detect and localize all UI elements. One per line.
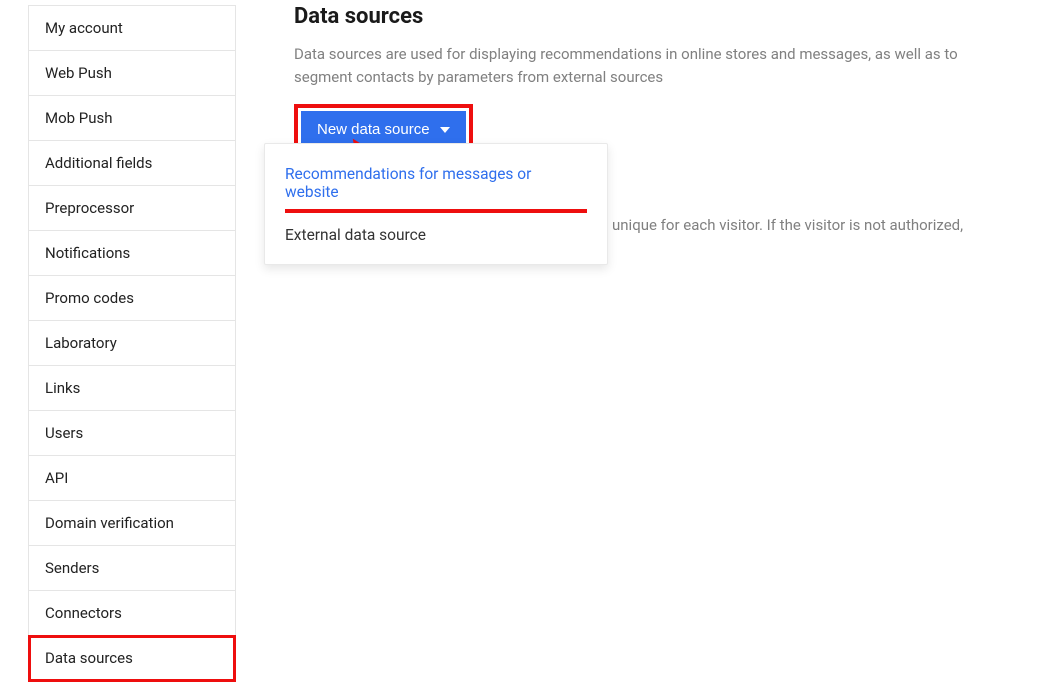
sidebar-item-notifications[interactable]: Notifications (29, 231, 235, 276)
sidebar-item-connectors[interactable]: Connectors (29, 591, 235, 636)
dropdown-item-recommendations[interactable]: Recommendations for messages or website (265, 156, 607, 207)
sidebar-item-users[interactable]: Users (29, 411, 235, 456)
sidebar-item-mob-push[interactable]: Mob Push (29, 96, 235, 141)
dropdown-item-external-data-source[interactable]: External data source (265, 217, 607, 250)
sidebar-item-promo-codes[interactable]: Promo codes (29, 276, 235, 321)
sidebar-item-links[interactable]: Links (29, 366, 235, 411)
page-title: Data sources (294, 4, 1040, 29)
sidebar-item-senders[interactable]: Senders (29, 546, 235, 591)
settings-sidebar: My account Web Push Mob Push Additional … (0, 0, 264, 691)
annotation-underline (285, 209, 587, 213)
page-description: Data sources are used for displaying rec… (294, 43, 994, 88)
sidebar-item-preprocessor[interactable]: Preprocessor (29, 186, 235, 231)
sidebar-item-domain-verification[interactable]: Domain verification (29, 501, 235, 546)
sidebar-item-my-account[interactable]: My account (29, 6, 235, 51)
chevron-down-icon (440, 127, 450, 133)
sidebar-item-data-sources[interactable]: Data sources (29, 636, 235, 681)
sidebar-item-additional-fields[interactable]: Additional fields (29, 141, 235, 186)
sidebar-item-web-push[interactable]: Web Push (29, 51, 235, 96)
new-data-source-dropdown: Recommendations for messages or website … (264, 143, 608, 265)
sidebar-item-api[interactable]: API (29, 456, 235, 501)
main-content: Data sources Data sources are used for d… (264, 0, 1050, 691)
sidebar-list: My account Web Push Mob Push Additional … (28, 5, 236, 681)
new-data-source-label: New data source (317, 121, 430, 138)
sidebar-item-laboratory[interactable]: Laboratory (29, 321, 235, 366)
background-text-fragment: unique for each visitor. If the visitor … (612, 216, 963, 234)
